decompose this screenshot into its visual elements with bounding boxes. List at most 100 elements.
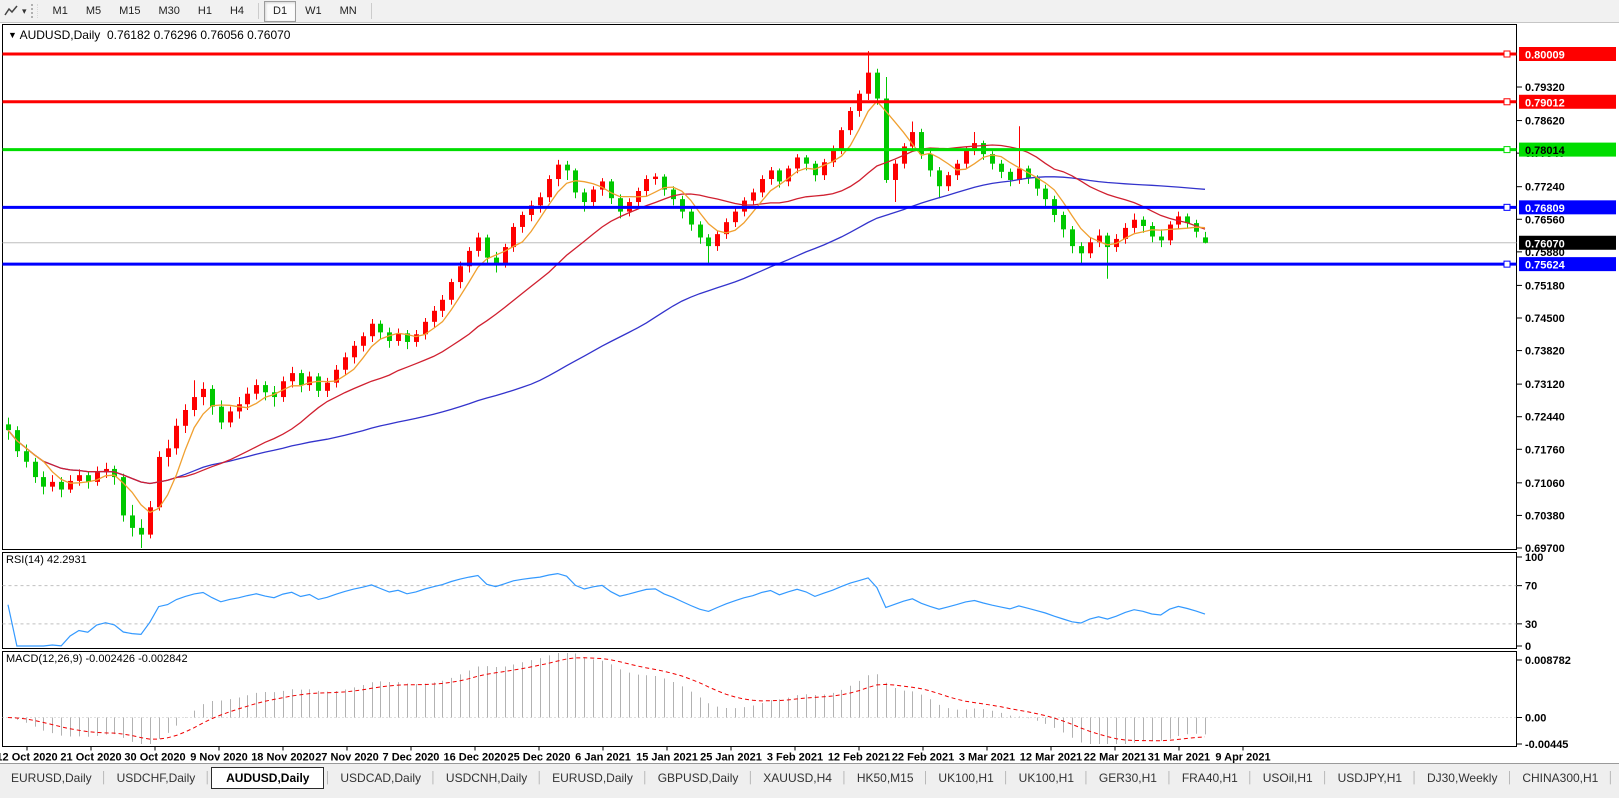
range-top-handle[interactable] [1504,204,1510,210]
price-axis-tick-label: 0.75180 [1525,280,1565,292]
svg-text:0.78014: 0.78014 [1525,145,1566,157]
macd-axis-label: 0.00 [1525,713,1546,725]
tab-separator: │ [1411,772,1418,784]
timeframe-button-mn[interactable]: MN [331,1,366,22]
timeframe-button-w1[interactable]: W1 [296,1,331,22]
macd-values: -0.002426 -0.002842 [85,653,187,665]
candle-body [361,336,366,346]
tab-separator: │ [1322,772,1329,784]
tab-china300-h1[interactable]: CHINA300,H1 [1513,768,1607,788]
tab-usoil-h1[interactable]: USOil,H1 [1254,768,1322,788]
date-axis-label: 25 Jan 2021 [700,752,762,764]
candle-body [795,157,800,168]
candle-body [777,170,782,181]
tab-gbpusd-daily[interactable]: GBPUSD,Daily [649,768,748,788]
timeframe-button-d1[interactable]: D1 [264,1,296,22]
candle-body [1159,237,1164,241]
candle-body [139,528,144,535]
tab-usdcnh-daily[interactable]: USDCNH,Daily [437,768,536,788]
candle-body [689,212,694,225]
date-axis-label: 9 Apr 2021 [1215,752,1270,764]
candle-body [449,282,454,300]
tab-uk100-h1[interactable]: UK100,H1 [1010,768,1083,788]
chart-title: ▼ AUDUSD,Daily 0.76182 0.76296 0.76056 0… [8,28,290,42]
candle-body [299,373,304,385]
timeframe-button-m5[interactable]: M5 [77,1,110,22]
chart-symbol-label: AUDUSD,Daily [20,28,101,42]
chart-tool-icon[interactable] [2,3,22,19]
timeframe-button-h4[interactable]: H4 [221,1,253,22]
date-axis-label: 22 Mar 2021 [1084,752,1146,764]
timeframe-button-m30[interactable]: M30 [150,1,189,22]
chart-canvas: 0.793200.786200.779400.772400.765600.758… [0,0,1619,798]
chevron-down-icon[interactable]: ▾ [22,6,27,17]
rsi-indicator-label: RSI(14) 42.2931 [6,554,87,566]
candle-body [556,165,561,179]
current-price-price-label: 0.76070 [1519,236,1616,251]
candle-body [316,376,321,390]
candle-body [706,237,711,246]
range-bottom-handle[interactable] [1504,261,1510,267]
tab-separator: │ [1506,772,1513,784]
svg-text:0.75624: 0.75624 [1525,260,1566,272]
candle-body [210,389,215,407]
date-axis-label: 3 Mar 2021 [959,752,1015,764]
collapse-caret-icon[interactable]: ▼ [8,30,17,40]
tab-separator: │ [1166,772,1173,784]
timeframe-button-m1[interactable]: M1 [44,1,77,22]
ma-fast-line [8,101,1205,512]
candle-body [866,73,871,94]
candle-body [370,324,375,336]
timeframe-button-h1[interactable]: H1 [189,1,221,22]
candle-body [1017,168,1022,180]
candle-body [24,451,29,462]
candle-body [245,394,250,405]
supply-zone-price-label: 0.78014 [1519,143,1616,158]
svg-text:0.80009: 0.80009 [1525,50,1565,62]
candle-body [538,197,543,205]
tab-eurusd-daily[interactable]: EURUSD,Daily [543,768,642,788]
rsi-panel: 10070300 [3,552,1544,653]
tab-ger30-h1[interactable]: GER30,H1 [1090,768,1166,788]
tab-usdjpy-h1[interactable]: USDJPY,H1 [1329,768,1411,788]
date-axis-label: 6 Jan 2021 [575,752,631,764]
supply-zone-handle[interactable] [1504,147,1510,153]
tab-fra40-h1[interactable]: FRA40,H1 [1173,768,1247,788]
candle-body [769,170,774,179]
price-axis-tick-label: 0.78620 [1525,116,1565,128]
tab-eurusd-daily[interactable]: EURUSD,Daily [2,768,101,788]
tab-hk50-m15[interactable]: HK50,M15 [848,768,923,788]
date-axis-label: 31 Mar 2021 [1148,752,1210,764]
candle-body [1168,225,1173,241]
tab-dj30-weekly[interactable]: DJ30,Weekly [1418,768,1506,788]
price-axis-tick-label: 0.71760 [1525,444,1565,456]
candle-body [511,227,516,247]
date-axis-label: 15 Jan 2021 [636,752,698,764]
tab-audusd-daily[interactable]: AUDUSD,Daily [211,767,324,789]
date-axis-label: 12 Feb 2021 [828,752,890,764]
tab-usdcad-daily[interactable]: USDCAD,Daily [331,768,430,788]
candle-body [937,170,942,186]
tab-xauusd-h4[interactable]: XAUUSD,H4 [754,768,841,788]
tab-separator: │ [1003,772,1010,784]
timeframe-button-m15[interactable]: M15 [110,1,149,22]
resistance-upper-handle[interactable] [1504,51,1510,57]
price-axis-tick-label: 0.77240 [1525,182,1565,194]
candle-body [77,475,82,481]
date-axis-label: 9 Nov 2020 [190,752,247,764]
resistance-upper-price-label: 0.80009 [1519,47,1616,62]
candle-body [1132,220,1137,228]
resistance-lower-handle[interactable] [1504,99,1510,105]
candle-body [378,324,383,333]
trading-terminal-window: ▾ M1M5M15M30H1H4 D1W1MN 0.793200.786200.7… [0,0,1619,798]
candle-body [1150,226,1155,237]
date-axis-label: 12 Mar 2021 [1020,752,1082,764]
candle-body [228,411,233,422]
tab-u[interactable]: U [1614,768,1619,788]
tab-separator: │ [747,772,754,784]
candle-body [804,157,809,163]
tab-usdchf-daily[interactable]: USDCHF,Daily [108,768,205,788]
tab-uk100-h1[interactable]: UK100,H1 [929,768,1002,788]
toolbar-grip[interactable] [31,4,38,18]
candle-body [290,373,295,381]
